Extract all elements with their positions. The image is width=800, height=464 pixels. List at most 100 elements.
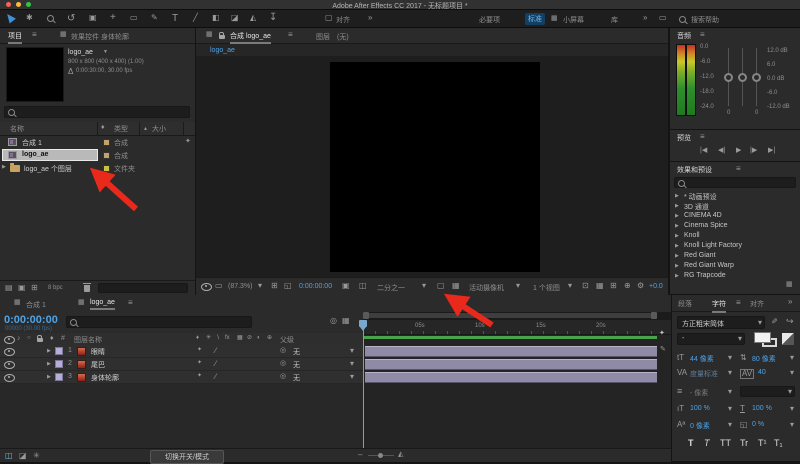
expand-icon[interactable]: ▶ <box>675 254 679 259</box>
parent-dropdown-icon[interactable]: ▾ <box>350 373 354 381</box>
interpret-footage-icon[interactable]: ▤ <box>5 284 13 292</box>
item-name-dropdown-icon[interactable]: ▼ <box>103 50 108 55</box>
layer-bar-1[interactable] <box>365 346 657 357</box>
expand-icon[interactable]: ▶ <box>675 224 679 229</box>
timeline-search-field[interactable] <box>66 316 252 328</box>
tab-project[interactable]: 项目 <box>8 31 22 44</box>
comp-marker-bin-icon[interactable]: ✦ <box>659 330 665 337</box>
switch-3d-icon[interactable]: ⊕ <box>267 335 272 341</box>
leading-dropdown-icon[interactable]: ▾ <box>790 354 794 362</box>
tab-paragraph[interactable]: 段落 <box>678 299 692 309</box>
view-dropdown-icon[interactable]: ▾ <box>516 282 520 290</box>
item-name[interactable]: 合成 1 <box>22 138 42 148</box>
font-size-value[interactable]: 44 像素 <box>690 354 714 364</box>
horizontal-scale-value[interactable]: 100 % <box>752 405 772 412</box>
layer-name-column-label[interactable]: 图层名称 <box>74 335 102 345</box>
switch-effects-icon[interactable]: fx <box>225 335 230 341</box>
layer-name[interactable]: 身体轮廓 <box>91 373 119 383</box>
tsume-value[interactable]: 0 % <box>752 421 764 428</box>
stamp-tool-icon[interactable]: ◧ <box>212 14 220 22</box>
preview-panel-menu-icon[interactable]: ≡ <box>700 133 705 141</box>
fill-color-swatch[interactable] <box>754 332 771 343</box>
panel-corner-icon[interactable]: ▦ <box>786 281 793 288</box>
solo-column-icon[interactable]: ○ <box>27 335 31 341</box>
resolution-value[interactable]: 二分之一 <box>377 283 405 293</box>
baseline-shift-value[interactable]: 0 像素 <box>690 421 710 431</box>
effects-panel-title[interactable]: 效果和预设 <box>677 165 712 175</box>
layer-visibility-icon[interactable] <box>4 348 15 356</box>
toolbar-expander-icon[interactable]: » <box>368 14 372 22</box>
small-caps-toggle[interactable]: Tr <box>740 438 748 448</box>
preview-panel-title[interactable]: 预览 <box>677 133 691 143</box>
label-column-icon[interactable]: ♦ <box>50 335 54 342</box>
parent-pickwhip-icon[interactable]: ◎ <box>280 373 286 380</box>
graph-toggle-icon[interactable]: ✳ <box>33 452 40 460</box>
stroke-style-dropdown[interactable]: ▾ <box>740 386 795 397</box>
expand-icon[interactable]: ▶ <box>675 214 679 219</box>
quality-switch-icon[interactable]: ∕ <box>215 360 216 368</box>
lock-panel-icon[interactable] <box>219 35 225 39</box>
layer-label-chip[interactable] <box>55 360 63 368</box>
expand-icon[interactable]: ▶ <box>675 244 679 249</box>
comp-panel-menu-icon[interactable]: ≡ <box>288 31 293 39</box>
first-frame-icon[interactable]: |◀ <box>700 147 707 154</box>
current-timecode[interactable]: 0:00:00:00 <box>4 314 58 326</box>
tab-effect-controls[interactable]: 效果控件 身体轮廓 <box>71 32 129 42</box>
playhead-handle[interactable] <box>359 320 367 327</box>
layer-bar-2[interactable] <box>365 359 657 370</box>
reset-exposure-icon[interactable]: ⚙ <box>637 282 644 290</box>
audio-panel-title[interactable]: 音频 <box>677 31 691 41</box>
snapshot-icon[interactable]: ▣ <box>342 282 350 290</box>
tab-character[interactable]: 字符 <box>712 299 726 313</box>
parent-pickwhip-icon[interactable]: ◎ <box>280 360 286 367</box>
navigator-bar[interactable] <box>365 313 655 318</box>
camera-tool-icon[interactable]: ▣ <box>89 14 97 22</box>
pixel-aspect-icon[interactable]: ⊡ <box>582 282 589 290</box>
toggle-switches-modes-button[interactable]: 切换开关/模式 <box>150 450 224 464</box>
kerning-value[interactable]: 度量标准 <box>690 369 718 379</box>
comp-breadcrumb[interactable]: logo_ae <box>210 47 235 54</box>
layer-row-3[interactable]: ▶ 3 身体轮廓 ✦ ∕ ◎ 无 ▾ <box>0 371 363 384</box>
tab-align[interactable]: 对齐 <box>750 299 764 309</box>
pan-behind-tool-icon[interactable]: + <box>110 13 116 23</box>
layer-name[interactable]: 眼睛 <box>91 347 105 357</box>
project-panel-menu-icon[interactable]: ≡ <box>32 31 37 39</box>
playhead-line[interactable] <box>363 320 364 448</box>
expand-icon[interactable]: ▶ <box>675 194 679 199</box>
superscript-toggle[interactable]: T¹ <box>758 438 767 448</box>
switch-adjustment-icon[interactable]: ◐ <box>257 335 261 341</box>
layer-label-chip[interactable] <box>55 373 63 381</box>
layer-label-chip[interactable] <box>55 347 63 355</box>
horizontal-scale-dropdown-icon[interactable]: ▾ <box>790 405 794 413</box>
zoom-in-timeline-icon[interactable]: ◭ <box>398 451 403 458</box>
show-snapshot-icon[interactable]: ◫ <box>359 282 367 290</box>
comp-viewer[interactable] <box>196 56 668 277</box>
quality-switch-icon[interactable]: ∕ <box>215 373 216 381</box>
reset-character-icon[interactable]: ↪ <box>786 317 794 326</box>
column-type[interactable]: 类型 <box>114 124 128 134</box>
tracking-dropdown-icon[interactable]: ▾ <box>790 369 794 377</box>
delete-item-icon[interactable] <box>84 285 90 292</box>
switch-shy-icon[interactable]: ✳ <box>206 335 211 341</box>
next-frame-icon[interactable]: |▶ <box>750 147 757 154</box>
expand-icon[interactable]: ▶ <box>675 234 679 239</box>
subscript-toggle[interactable]: T₁ <box>774 438 783 448</box>
layer-expand-icon[interactable]: ▶ <box>47 349 51 354</box>
quality-switch-icon[interactable]: ∕ <box>215 347 216 355</box>
align-label[interactable]: 对齐 <box>336 15 350 25</box>
navigator-handle-right[interactable] <box>651 312 657 319</box>
layer-name[interactable]: 尾巴 <box>91 360 105 370</box>
edit-marker-icon[interactable]: ✎ <box>660 346 666 353</box>
magnification-value[interactable]: (87.3%) <box>228 283 253 290</box>
baseline-shift-dropdown-icon[interactable]: ▾ <box>728 421 732 429</box>
timeline-panel-menu-icon[interactable]: ≡ <box>128 299 133 307</box>
parent-value[interactable]: 无 <box>293 347 300 357</box>
effects-search-field[interactable] <box>674 177 796 188</box>
expand-icon[interactable]: ▶ <box>675 204 679 209</box>
effects-panel-menu-icon[interactable]: ≡ <box>736 165 741 173</box>
effects-category[interactable]: Knoll <box>684 232 700 239</box>
exposure-value[interactable]: +0.0 <box>649 283 663 290</box>
parent-value[interactable]: 无 <box>293 360 300 370</box>
all-caps-toggle[interactable]: TT <box>720 438 731 448</box>
workspace-libraries[interactable]: 库 <box>611 15 618 25</box>
